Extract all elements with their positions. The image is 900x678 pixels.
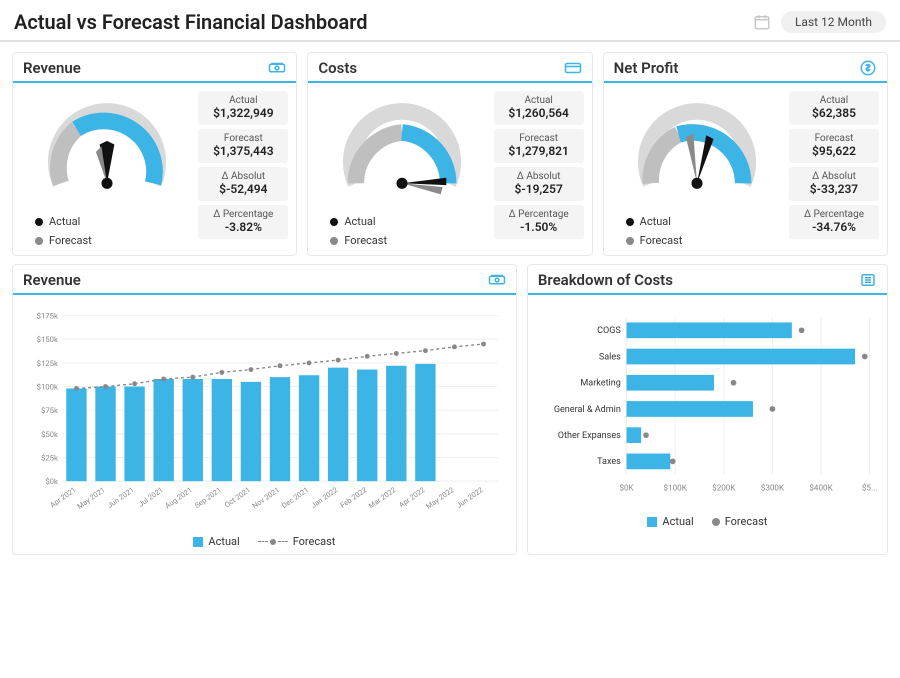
legend-actual: Actual	[208, 535, 239, 548]
list-icon	[859, 271, 877, 289]
legend-dot-forecast	[626, 237, 634, 245]
legend-dot-forecast	[330, 237, 338, 245]
gauge-net-profit	[622, 91, 772, 211]
svg-text:$0K: $0K	[619, 483, 634, 493]
legend-actual: Actual	[344, 215, 375, 228]
svg-text:COGS: COGS	[597, 326, 621, 336]
card-title: Revenue	[23, 59, 81, 77]
revenue-bar-chart: $0k $25k $50k $75k $100k $125k $150k $175k Apr 2…	[21, 303, 508, 523]
legend-forecast: Forecast	[640, 234, 683, 247]
stat-forecast: Forecast$1,279,821	[494, 129, 584, 163]
card-revenue-chart: Revenue $0k $25k $50k $75k $100k $125k $150k $1…	[12, 264, 517, 555]
svg-text:Marketing: Marketing	[580, 379, 620, 389]
svg-text:Jul 2021: Jul 2021	[137, 485, 165, 508]
svg-text:General & Admin: General & Admin	[554, 405, 621, 415]
legend-dot-actual	[330, 218, 338, 226]
svg-text:$50k: $50k	[41, 430, 58, 439]
stat-delta-pct: Δ Percentage-1.50%	[494, 205, 584, 239]
svg-text:$75k: $75k	[41, 406, 58, 415]
legend-actual: Actual	[49, 215, 80, 228]
svg-text:Sales: Sales	[599, 352, 621, 362]
svg-text:Nov 2021: Nov 2021	[251, 485, 282, 510]
card-cost-breakdown: Breakdown of Costs $0K $100K $200K $300K $40…	[527, 264, 888, 555]
svg-text:$125k: $125k	[37, 359, 58, 368]
legend-forecast: Forecast	[725, 515, 768, 528]
legend-forecast: Forecast	[344, 234, 387, 247]
header: Actual vs Forecast Financial Dashboard L…	[0, 0, 900, 42]
svg-text:May 2022: May 2022	[424, 485, 455, 511]
date-range-label: Last 12 Month	[781, 11, 886, 33]
svg-text:$100K: $100K	[663, 483, 687, 493]
chart-legend: Actual Forecast	[13, 535, 516, 554]
svg-text:$25k: $25k	[41, 453, 58, 462]
svg-text:Aug 2021: Aug 2021	[163, 485, 194, 510]
svg-text:Apr 2022: Apr 2022	[397, 485, 426, 509]
svg-text:Dec 2021: Dec 2021	[280, 485, 310, 510]
stat-forecast: Forecast$95,622	[789, 129, 879, 163]
page-title: Actual vs Forecast Financial Dashboard	[14, 10, 367, 34]
svg-text:$100k: $100k	[37, 382, 58, 391]
card-title: Revenue	[23, 271, 81, 289]
svg-text:$300K: $300K	[761, 483, 785, 493]
svg-text:$175k: $175k	[37, 312, 58, 321]
card-icon	[564, 59, 582, 77]
stat-actual: Actual$1,322,949	[198, 91, 288, 125]
svg-text:$150k: $150k	[37, 335, 58, 344]
svg-text:Taxes: Taxes	[597, 457, 621, 467]
cost-hbar-chart: $0K $100K $200K $300K $400K $5... COGS Sales Mar…	[536, 303, 879, 503]
svg-text:Sep 2021: Sep 2021	[193, 485, 223, 510]
gauge-costs	[327, 91, 477, 211]
svg-text:Mar 2022: Mar 2022	[367, 485, 398, 510]
svg-text:$0k: $0k	[45, 477, 58, 486]
legend-forecast: Forecast	[293, 535, 336, 548]
dollar-circle-icon	[859, 59, 877, 77]
legend-dot-forecast	[712, 518, 720, 526]
stat-delta-pct: Δ Percentage-34.76%	[789, 205, 879, 239]
svg-text:Jun 2021: Jun 2021	[106, 485, 136, 510]
legend-dot-actual	[35, 218, 43, 226]
stat-delta-abs: Δ Absolut$-52,494	[198, 167, 288, 201]
money-icon	[488, 271, 506, 289]
svg-text:Other Expanses: Other Expanses	[558, 431, 621, 441]
legend-sq-actual	[647, 517, 657, 527]
legend-actual: Actual	[662, 515, 693, 528]
svg-text:Oct 2021: Oct 2021	[223, 485, 252, 509]
card-title: Net Profit	[614, 59, 679, 77]
stat-delta-pct: Δ Percentage-3.82%	[198, 205, 288, 239]
card-title: Breakdown of Costs	[538, 271, 673, 289]
stat-actual: Actual$1,260,564	[494, 91, 584, 125]
legend-forecast-mark	[258, 539, 288, 545]
card-title: Costs	[318, 59, 357, 77]
charts-row: Revenue $0k $25k $50k $75k $100k $125k $150k $1…	[0, 264, 900, 563]
card-revenue: Revenue Actual Forecast Actual$1	[12, 52, 297, 256]
svg-text:Apr 2021: Apr 2021	[48, 485, 77, 509]
legend-dot-forecast	[35, 237, 43, 245]
legend-actual: Actual	[640, 215, 671, 228]
date-range[interactable]: Last 12 Month	[753, 11, 886, 33]
stat-delta-abs: Δ Absolut$-33,237	[789, 167, 879, 201]
legend-sq-actual	[193, 537, 203, 547]
gauge-revenue	[32, 91, 182, 211]
svg-text:Jan 2022: Jan 2022	[309, 485, 339, 510]
chart-legend: Actual Forecast	[528, 515, 887, 534]
card-costs: Costs Actual Forecast Actual$1,2	[307, 52, 592, 256]
svg-text:$5...: $5...	[862, 483, 878, 493]
svg-text:Jun 2022: Jun 2022	[455, 485, 485, 510]
svg-text:$200K: $200K	[712, 483, 736, 493]
svg-text:May 2021: May 2021	[75, 485, 106, 511]
money-icon	[268, 59, 286, 77]
calendar-icon	[753, 13, 771, 31]
stat-delta-abs: Δ Absolut$-19,257	[494, 167, 584, 201]
stat-actual: Actual$62,385	[789, 91, 879, 125]
stat-forecast: Forecast$1,375,443	[198, 129, 288, 163]
card-net-profit: Net Profit Actual Forecast Actua	[603, 52, 888, 256]
kpi-row: Revenue Actual Forecast Actual$1	[0, 42, 900, 264]
svg-text:$400K: $400K	[809, 483, 833, 493]
svg-text:Feb 2022: Feb 2022	[339, 485, 369, 510]
legend-forecast: Forecast	[49, 234, 92, 247]
legend-dot-actual	[626, 218, 634, 226]
